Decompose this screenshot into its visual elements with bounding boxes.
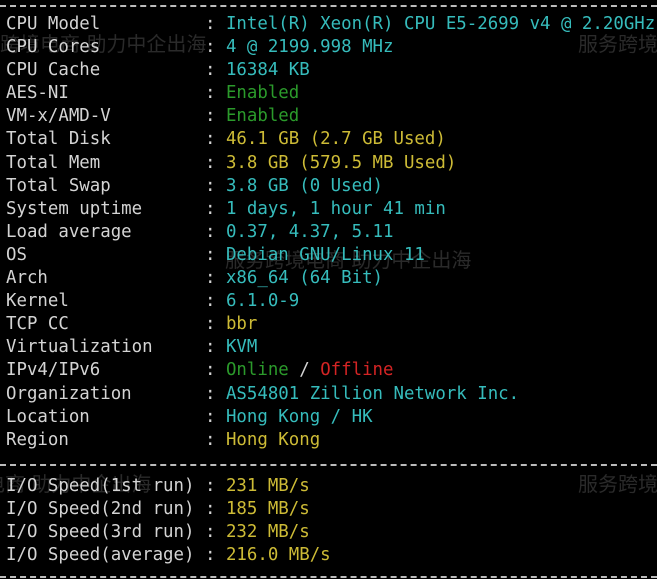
info-row: Total Disk: 46.1 GB (2.7 GB Used): [6, 128, 655, 151]
row-value: /: [288, 360, 321, 381]
row-label: OS: [6, 244, 27, 265]
info-row: VM-x/AMD-V: Enabled: [6, 105, 655, 128]
row-value: 16384 KB: [225, 60, 310, 81]
io-row: I/O Speed(2nd run): 185 MB/s: [6, 498, 655, 521]
io-row: I/O Speed(3rd run): 232 MB/s: [6, 521, 655, 544]
row-label: System uptime: [6, 198, 143, 219]
io-row: I/O Speed(1st run): 231 MB/s: [6, 475, 655, 498]
info-row: CPU Cache: 16384 KB: [6, 59, 655, 82]
colon: :: [205, 244, 226, 265]
colon: :: [205, 198, 226, 219]
info-row: CPU Model: Intel(R) Xeon(R) CPU E5-2699 …: [6, 13, 655, 36]
row-value: 231 MB/s: [225, 475, 310, 496]
colon: :: [205, 37, 226, 58]
colon: :: [205, 337, 226, 358]
row-value: Enabled: [225, 106, 300, 127]
row-value: Hong Kong / HK: [225, 406, 373, 427]
info-row: AES-NI: Enabled: [6, 82, 655, 105]
row-label: Total Swap: [6, 175, 111, 196]
row-value: 46.1 GB (2.7 GB Used): [225, 129, 446, 150]
row-value: 3.8 GB (0 Used): [225, 175, 384, 196]
colon: :: [205, 175, 226, 196]
info-row: Organization: AS54801 Zillion Network In…: [6, 383, 655, 406]
row-value: 3.8 GB (579.5 MB Used): [225, 152, 457, 173]
row-label: I/O Speed(2nd run): [6, 498, 195, 519]
row-value: 1 days, 1 hour 41 min: [225, 198, 446, 219]
info-row: System uptime: 1 days, 1 hour 41 min: [6, 198, 655, 221]
row-value: Offline: [320, 360, 394, 381]
colon: :: [205, 383, 226, 404]
row-value: 216.0 MB/s: [225, 545, 331, 566]
row-value: 0.37, 4.37, 5.11: [225, 221, 394, 242]
row-label: Location: [6, 406, 90, 427]
row-value: Debian GNU/Linux 11: [225, 244, 425, 265]
row-label: Region: [6, 429, 69, 450]
row-label: Virtualization: [6, 337, 153, 358]
row-label: Kernel: [6, 291, 69, 312]
row-value: Online: [225, 360, 289, 381]
colon: :: [205, 152, 226, 173]
row-label: IPv4/IPv6: [6, 360, 101, 381]
info-row: Virtualization: KVM: [6, 336, 655, 359]
row-label: Load average: [6, 221, 132, 242]
info-row-ip: IPv4/IPv6: Online / Offline: [6, 359, 655, 382]
colon: :: [205, 60, 226, 81]
row-label: Total Disk: [6, 129, 111, 150]
terminal-output: CPU Model: Intel(R) Xeon(R) CPU E5-2699 …: [6, 13, 655, 567]
row-value: Hong Kong: [225, 429, 321, 450]
colon: :: [205, 360, 226, 381]
info-row: Load average: 0.37, 4.37, 5.11: [6, 221, 655, 244]
colon: :: [205, 429, 226, 450]
row-label: CPU Cores: [6, 37, 101, 58]
row-value: 232 MB/s: [225, 522, 310, 543]
row-value: 6.1.0-9: [225, 291, 300, 312]
row-label: CPU Model: [6, 14, 101, 34]
separator-line: [0, 576, 657, 578]
colon: :: [205, 129, 226, 150]
row-value: Intel(R) Xeon(R) CPU E5-2699 v4 @ 2.20GH…: [225, 14, 656, 34]
colon: :: [205, 106, 226, 127]
info-row: Arch: x86_64 (64 Bit): [6, 267, 655, 290]
colon: :: [205, 545, 226, 566]
colon: :: [205, 314, 226, 335]
colon: :: [205, 268, 226, 289]
row-value: Enabled: [225, 83, 300, 104]
row-label: I/O Speed(average): [6, 545, 195, 566]
row-label: Organization: [6, 383, 132, 404]
io-row: I/O Speed(average): 216.0 MB/s: [6, 544, 655, 567]
colon: :: [205, 475, 226, 496]
info-row: CPU Cores: 4 @ 2199.998 MHz: [6, 36, 655, 59]
info-row: Total Mem: 3.8 GB (579.5 MB Used): [6, 152, 655, 175]
row-label: I/O Speed(3rd run): [6, 522, 195, 543]
colon: :: [205, 221, 226, 242]
row-label: I/O Speed(1st run): [6, 475, 195, 496]
info-row: Location: Hong Kong / HK: [6, 406, 655, 429]
row-value: 4 @ 2199.998 MHz: [225, 37, 394, 58]
row-label: Total Mem: [6, 152, 101, 173]
info-row: Total Swap: 3.8 GB (0 Used): [6, 175, 655, 198]
row-label: AES-NI: [6, 83, 69, 104]
row-value: 185 MB/s: [225, 498, 310, 519]
colon: :: [205, 83, 226, 104]
row-value: x86_64 (64 Bit): [225, 268, 384, 289]
colon: :: [205, 498, 226, 519]
row-value: AS54801 Zillion Network Inc.: [225, 383, 520, 404]
row-label: CPU Cache: [6, 60, 101, 81]
row-label: VM-x/AMD-V: [6, 106, 111, 127]
info-row: OS: Debian GNU/Linux 11: [6, 244, 655, 267]
info-row: TCP CC: bbr: [6, 313, 655, 336]
separator-line: [0, 5, 657, 7]
row-label: Arch: [6, 268, 48, 289]
row-value: KVM: [225, 337, 258, 358]
info-row: Kernel: 6.1.0-9: [6, 290, 655, 313]
row-value: bbr: [225, 314, 258, 335]
row-label: TCP CC: [6, 314, 69, 335]
colon: :: [205, 291, 226, 312]
colon: :: [205, 14, 226, 34]
colon: :: [205, 406, 226, 427]
colon: :: [205, 522, 226, 543]
info-row: Region: Hong Kong: [6, 429, 655, 452]
